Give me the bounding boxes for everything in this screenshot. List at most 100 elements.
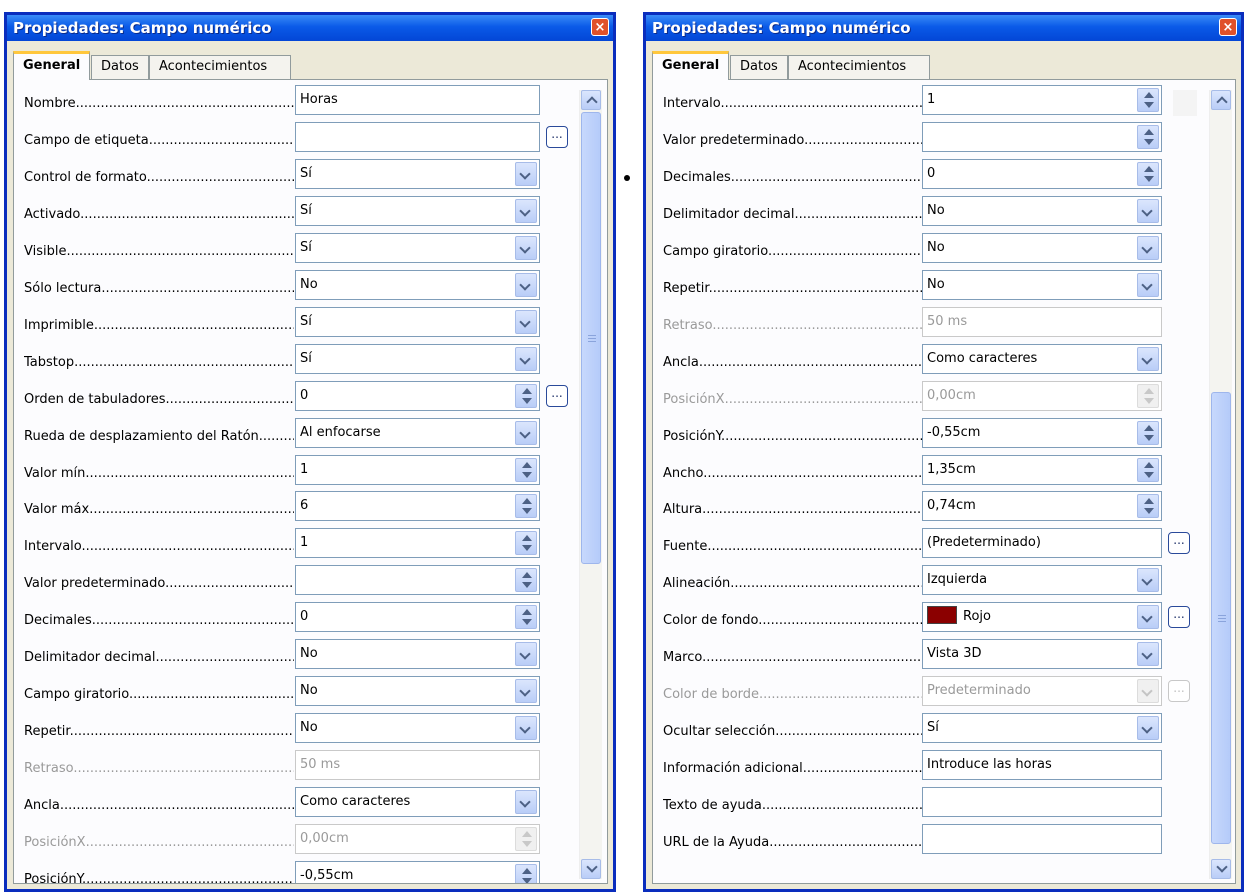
property-dropdown[interactable]: No [922,270,1162,300]
spin-arrows-icon[interactable] [515,605,537,629]
chevron-down-icon[interactable] [1137,605,1159,629]
property-text-field[interactable] [922,787,1162,817]
close-button[interactable]: × [591,18,609,36]
property-value: 0,00cm [300,831,349,846]
property-spin-field[interactable]: 1 [922,85,1162,115]
chevron-down-icon[interactable] [1137,716,1159,740]
vertical-scrollbar[interactable] [579,90,602,879]
chevron-down-icon[interactable] [515,236,537,260]
scroll-up-button[interactable] [1211,90,1231,110]
tab-acontecimientos[interactable]: Acontecimientos [788,55,930,79]
property-spin-field[interactable]: 0 [922,159,1162,189]
property-row-intervalo: Intervalo...............................… [14,523,607,559]
property-spin-field[interactable]: 1 [295,528,540,558]
property-dropdown[interactable]: Izquierda [922,565,1162,595]
spin-arrows-icon[interactable] [515,458,537,482]
spin-arrows-icon[interactable] [1137,421,1159,445]
property-dropdown[interactable]: No [295,676,540,706]
property-spin-field[interactable]: -0,55cm [295,861,540,883]
property-dropdown[interactable]: Rojo [922,602,1162,632]
property-dropdown[interactable]: No [295,270,540,300]
property-text-field[interactable]: (Predeterminado) [922,528,1162,558]
chevron-down-icon[interactable] [515,310,537,334]
spin-arrows-icon[interactable] [515,494,537,518]
property-spin-field[interactable]: 1,35cm [922,455,1162,485]
property-text-field[interactable] [922,824,1162,854]
scroll-up-button[interactable] [581,90,601,110]
tab-general[interactable]: General [652,51,730,80]
spin-arrows-icon[interactable] [515,531,537,555]
chevron-down-icon[interactable] [515,199,537,223]
tab-general[interactable]: General [13,51,91,80]
chevron-down-icon[interactable] [1137,236,1159,260]
property-dropdown[interactable]: Sí [922,713,1162,743]
property-label-text: Control de formato [24,170,147,185]
spin-arrows-icon[interactable] [1137,494,1159,518]
chevron-down-icon[interactable] [515,679,537,703]
spin-arrows-icon[interactable] [515,568,537,592]
tab-acontecimientos[interactable]: Acontecimientos [149,55,291,79]
property-row-visible: Visible.................................… [14,228,607,264]
property-dropdown[interactable]: Al enfocarse [295,418,540,448]
property-dropdown[interactable]: No [922,196,1162,226]
chevron-down-icon[interactable] [1137,568,1159,592]
property-text-field[interactable]: Horas [295,85,540,115]
chevron-down-icon[interactable] [1137,273,1159,297]
property-label: Repetir.................................… [663,281,923,296]
title-bar[interactable]: Propiedades: Campo numérico × [7,15,613,41]
tab-datos[interactable]: Datos [91,55,149,79]
spin-arrows-icon[interactable] [1137,125,1159,149]
property-dropdown[interactable]: Sí [295,196,540,226]
property-spin-field[interactable] [295,565,540,595]
property-dropdown[interactable]: Sí [295,233,540,263]
property-spin-field[interactable] [922,122,1162,152]
ellipsis-button[interactable]: ... [1168,606,1190,628]
title-bar[interactable]: Propiedades: Campo numérico × [646,15,1241,41]
ellipsis-button[interactable]: ... [546,126,568,148]
spin-arrows-icon[interactable] [1137,162,1159,186]
chevron-down-icon[interactable] [1137,199,1159,223]
ellipsis-button[interactable]: ... [1168,532,1190,554]
chevron-down-icon[interactable] [515,642,537,666]
scroll-thumb[interactable] [1211,392,1231,844]
property-dropdown[interactable]: Vista 3D [922,639,1162,669]
chevron-down-icon[interactable] [1137,347,1159,371]
property-dropdown[interactable]: No [295,713,540,743]
vertical-scrollbar[interactable] [1209,90,1232,879]
chevron-down-icon[interactable] [515,790,537,814]
scroll-thumb[interactable] [581,112,601,564]
tab-datos[interactable]: Datos [730,55,788,79]
property-spin-field[interactable]: 0 [295,602,540,632]
property-dropdown[interactable]: Sí [295,344,540,374]
property-row-delimitador-decimal: Delimitador decimal.....................… [14,634,607,670]
scroll-down-button[interactable] [1211,859,1231,879]
chevron-down-icon[interactable] [515,273,537,297]
property-text-field[interactable] [295,122,540,152]
property-dropdown[interactable]: Como caracteres [922,344,1162,374]
chevron-down-icon[interactable] [515,421,537,445]
spin-arrows-icon[interactable] [515,864,537,883]
chevron-down-icon[interactable] [1137,642,1159,666]
property-spin-field[interactable]: -0,55cm [922,418,1162,448]
property-dropdown[interactable]: Sí [295,159,540,189]
property-spin-field[interactable]: 0,74cm [922,491,1162,521]
property-label-text: Ancla [663,355,699,370]
chevron-down-icon[interactable] [515,347,537,371]
property-dropdown[interactable]: Como caracteres [295,787,540,817]
property-spin-field[interactable]: 1 [295,455,540,485]
chevron-down-icon[interactable] [515,162,537,186]
chevron-down-icon[interactable] [515,716,537,740]
property-text-field[interactable]: Introduce las horas [922,750,1162,780]
property-spin-field[interactable]: 6 [295,491,540,521]
spin-arrows-icon[interactable] [515,384,537,408]
ellipsis-button[interactable]: ... [546,385,568,407]
spin-arrows-icon[interactable] [1137,458,1159,482]
property-value: Como caracteres [927,351,1038,366]
scroll-down-button[interactable] [581,859,601,879]
property-spin-field[interactable]: 0 [295,381,540,411]
spin-arrows-icon[interactable] [1137,88,1159,112]
property-dropdown[interactable]: No [295,639,540,669]
close-button[interactable]: × [1219,18,1237,36]
property-dropdown[interactable]: Sí [295,307,540,337]
property-dropdown[interactable]: No [922,233,1162,263]
